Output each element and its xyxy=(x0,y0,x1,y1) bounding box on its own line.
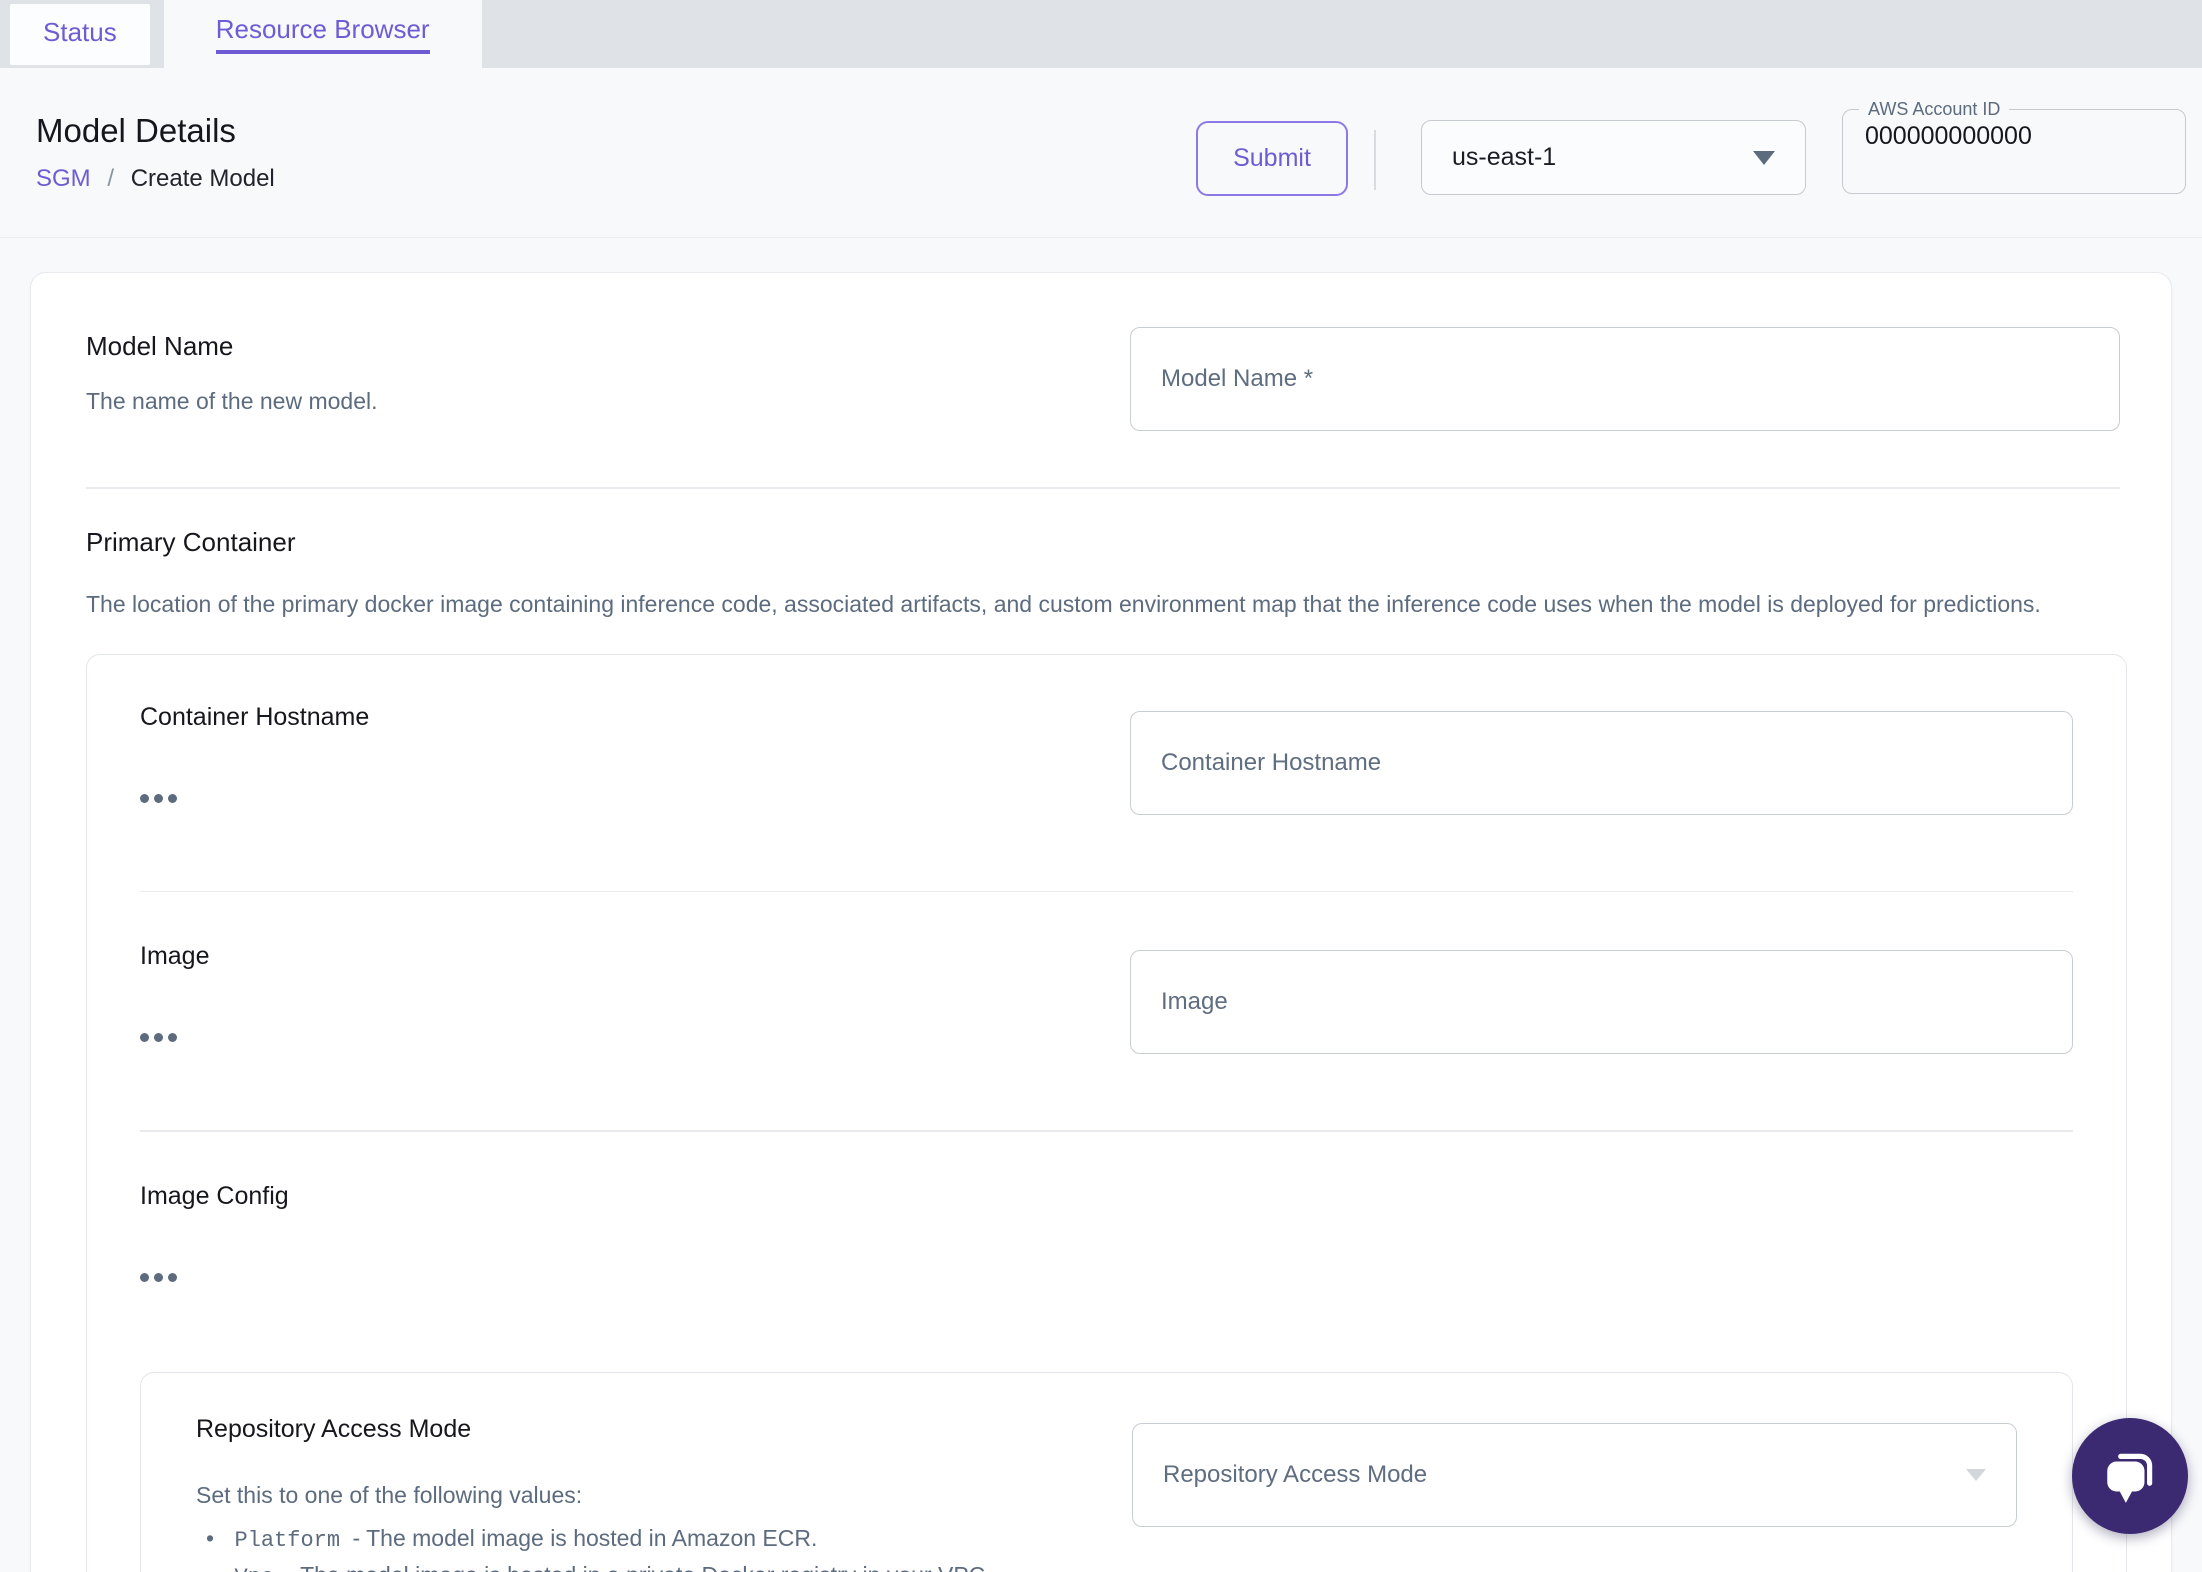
container-hostname-input[interactable] xyxy=(1130,710,2073,815)
image-label: Image xyxy=(140,942,210,970)
region-select[interactable]: us-east-1 xyxy=(1421,120,1806,195)
breadcrumb: SGM / Create Model xyxy=(36,165,275,193)
field-divider xyxy=(140,1130,2073,1132)
image-config-box: Repository Access Mode Set this to one o… xyxy=(140,1371,2073,1572)
chat-widget-button[interactable] xyxy=(2072,1418,2188,1534)
header-divider xyxy=(1374,130,1376,190)
breadcrumb-current: Create Model xyxy=(130,165,275,192)
container-hostname-ellipsis-icon[interactable] xyxy=(140,793,180,803)
aws-account-id-label: AWS Account ID xyxy=(1868,99,2001,119)
model-name-heading: Model Name xyxy=(86,331,234,361)
model-details-card: Model Name The name of the new model. Pr… xyxy=(30,272,2172,1572)
aws-account-id-field: AWS Account ID xyxy=(1842,99,2186,194)
repository-access-mode-options-list: Platform - The model image is hosted in … xyxy=(206,1521,992,1572)
model-name-row: Model Name The name of the new model. xyxy=(31,273,2171,431)
breadcrumb-link-sgm[interactable]: SGM xyxy=(36,165,91,192)
aws-account-id-input[interactable] xyxy=(1843,120,2185,151)
region-select-value: us-east-1 xyxy=(1452,143,1557,171)
repository-access-mode-left: Repository Access Mode Set this to one o… xyxy=(196,1415,992,1572)
image-config-ellipsis-icon[interactable] xyxy=(140,1272,180,1282)
field-divider xyxy=(140,890,2073,892)
page-header: Model Details SGM / Create Model Submit … xyxy=(0,68,2202,238)
image-ellipsis-icon[interactable] xyxy=(140,1033,180,1042)
container-hostname-label: Container Hostname xyxy=(140,702,370,731)
repository-access-mode-label: Repository Access Mode xyxy=(196,1414,472,1443)
image-input[interactable] xyxy=(1130,950,2073,1054)
model-name-labels: Model Name The name of the new model. xyxy=(86,331,378,431)
primary-container-box: Container Hostname Image Image Config xyxy=(86,653,2127,1572)
repository-access-mode-description: Set this to one of the following values: xyxy=(196,1481,583,1508)
model-name-input[interactable] xyxy=(1130,327,2120,431)
breadcrumb-separator: / xyxy=(107,165,115,192)
tab-status[interactable]: Status xyxy=(10,4,150,65)
container-hostname-row: Container Hostname xyxy=(140,703,2073,815)
image-left: Image xyxy=(140,942,209,1054)
submit-button[interactable]: Submit xyxy=(1196,121,1348,196)
image-row: Image xyxy=(140,942,2073,1054)
primary-container-heading: Primary Container xyxy=(86,526,296,557)
repository-access-mode-select[interactable]: Repository Access Mode xyxy=(1132,1422,2017,1527)
repository-access-mode-placeholder: Repository Access Mode xyxy=(1163,1460,1428,1488)
option-platform: Platform - The model image is hosted in … xyxy=(206,1521,992,1558)
image-config-label: Image Config xyxy=(140,1181,289,1210)
section-divider xyxy=(86,487,2120,489)
page-title: Model Details xyxy=(36,112,236,149)
image-config-section: Image Config Repository Access Mode Set … xyxy=(140,1182,2073,1572)
tab-status-label: Status xyxy=(43,16,117,47)
primary-container-description: The location of the primary docker image… xyxy=(86,590,2041,617)
repository-access-mode-row: Repository Access Mode Set this to one o… xyxy=(196,1415,2017,1572)
tab-resource-browser-label: Resource Browser xyxy=(215,14,430,54)
chevron-down-icon xyxy=(1753,150,1775,165)
tab-bar: Status Resource Browser xyxy=(0,0,2202,68)
model-name-description: The name of the new model. xyxy=(86,388,378,414)
chat-bubble-icon xyxy=(2107,1453,2153,1503)
tab-resource-browser[interactable]: Resource Browser xyxy=(163,0,482,68)
container-hostname-left: Container Hostname xyxy=(140,703,369,815)
option-vpc: Vpc - The model image is hosted in a pri… xyxy=(206,1558,991,1572)
chevron-down-icon xyxy=(1966,1468,1986,1481)
